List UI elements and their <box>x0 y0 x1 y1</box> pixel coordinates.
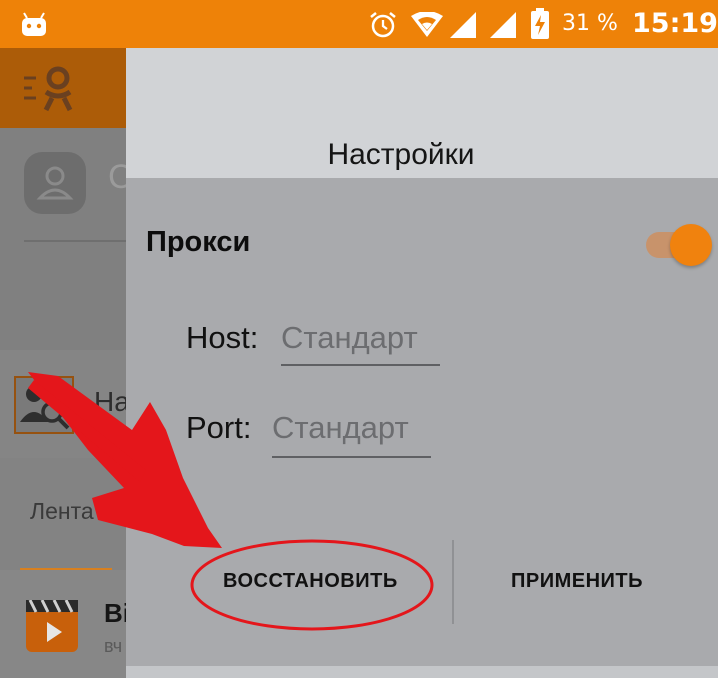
proxy-toggle-thumb[interactable] <box>670 224 712 266</box>
app-toolbar <box>0 48 126 128</box>
battery-percent: 31 % <box>562 11 618 36</box>
find-friends-row[interactable]: На <box>0 350 130 458</box>
list-item-subtitle: вч <box>104 636 123 656</box>
signal-icon <box>490 12 516 38</box>
restore-button[interactable]: ВОССТАНОВИТЬ <box>223 570 398 593</box>
user-icon <box>36 166 74 200</box>
host-input-underline <box>281 364 440 366</box>
android-icon <box>22 12 46 36</box>
proxy-label: Прокси <box>146 226 251 258</box>
wifi-icon <box>411 12 443 37</box>
apply-button[interactable]: ПРИМЕНИТЬ <box>511 570 643 593</box>
dialog-bottom-edge <box>126 666 718 678</box>
port-input-underline <box>272 456 431 458</box>
find-friends-label: На <box>94 386 130 417</box>
host-label: Host: <box>186 320 259 355</box>
video-icon <box>26 599 78 652</box>
divider <box>24 240 126 242</box>
find-friends-icon <box>14 376 74 434</box>
dialog-title: Настройки <box>327 138 475 171</box>
host-input[interactable]: Стандарт <box>281 320 418 356</box>
settings-dialog: Настройки Прокси Host: Стандарт Port: Ст… <box>126 48 718 678</box>
alarm-icon <box>370 12 396 38</box>
port-input[interactable]: Стандарт <box>272 410 409 446</box>
status-bar: 31 % 15:19 <box>0 0 718 48</box>
list-item[interactable]: Ві вч <box>0 570 130 678</box>
button-divider <box>452 540 454 624</box>
battery-charging-icon <box>531 8 549 39</box>
port-label: Port: <box>186 410 252 445</box>
tab-feed-label: Лента <box>30 498 94 524</box>
dialog-header: Настройки <box>126 48 718 178</box>
signal-icon <box>450 12 476 38</box>
tab-feed[interactable]: Лента <box>0 458 126 571</box>
clock: 15:19 <box>632 8 718 39</box>
app-background: C На Лента Ві вч <box>0 128 133 678</box>
avatar[interactable] <box>24 152 86 214</box>
ok-logo-icon[interactable] <box>22 64 82 116</box>
